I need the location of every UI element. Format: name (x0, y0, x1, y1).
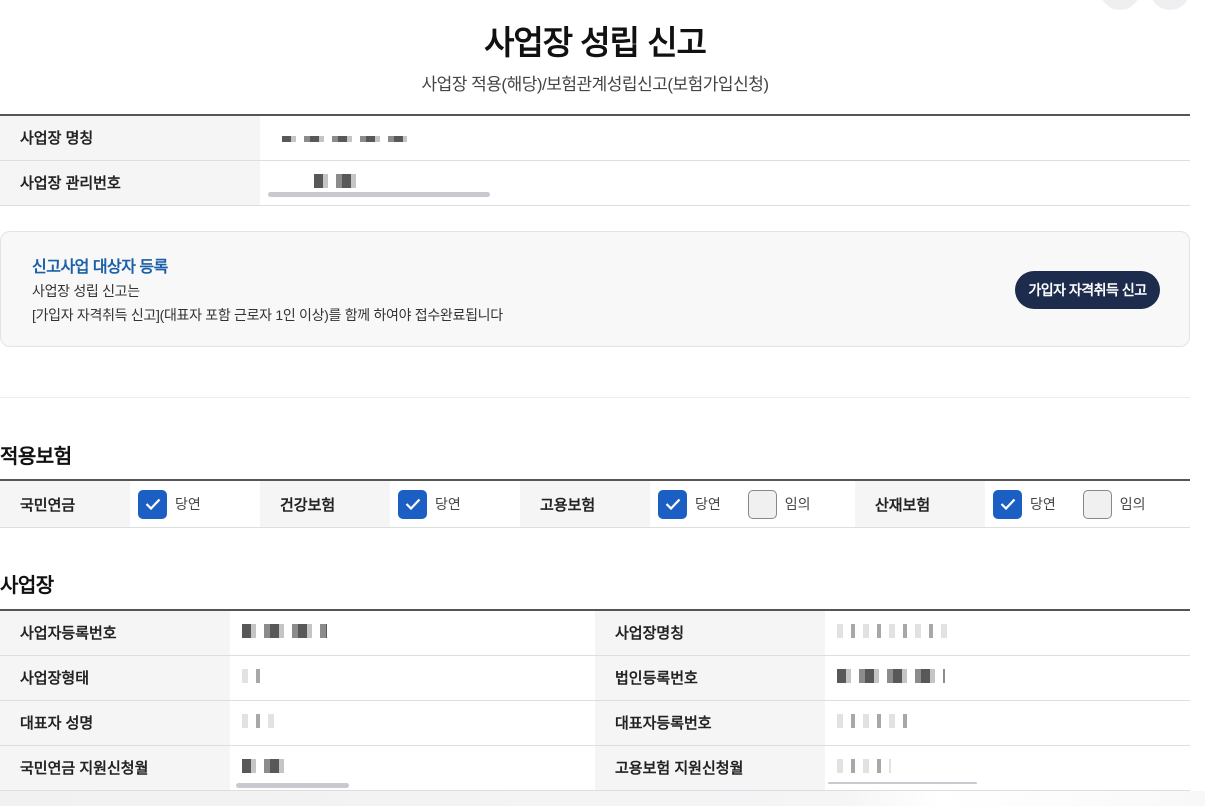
masked-value (314, 173, 362, 188)
masked-value (242, 668, 266, 683)
checkbox-employment-optional[interactable] (747, 489, 777, 519)
insurance-label-health: 건강보험 (260, 481, 390, 527)
insurance-label-industrial: 산재보험 (855, 481, 985, 527)
check-icon (665, 498, 680, 510)
insurance-options-pension: 당연 (130, 481, 260, 527)
insurance-options-industrial: 당연 임의 (985, 481, 1190, 527)
table-row: 사업자등록번호 사업장명칭 (0, 610, 1190, 656)
business-value (230, 655, 595, 701)
checkbox-health-mandatory[interactable] (398, 489, 427, 519)
table-row: 국민연금 지원신청월 고용보험 지원신청월 (0, 745, 1190, 791)
notice-box: 신고사업 대상자 등록 사업장 성립 신고는 [가입자 자격취득 신고](대표자… (0, 231, 1190, 347)
masked-value (837, 668, 945, 683)
check-icon (145, 498, 160, 510)
business-label: 사업장형태 (0, 655, 230, 701)
member-qualification-button[interactable]: 가입자 자격취득 신고 (1015, 271, 1160, 309)
notice-line-2: [가입자 자격취득 신고](대표자 포함 근로자 1인 이상)를 함께 하여야 … (32, 307, 503, 323)
checkbox-employment-mandatory[interactable] (658, 489, 687, 519)
notice-title: 신고사업 대상자 등록 (32, 259, 168, 276)
table-row: 사업장 관리번호 (0, 160, 1190, 206)
table-row: 사업장형태 법인등록번호 (0, 655, 1190, 701)
notice-line-1: 사업장 성립 신고는 (32, 283, 140, 299)
insurance-options-employment: 당연 임의 (650, 481, 855, 527)
summary-value-name (260, 115, 1190, 161)
insurance-label-pension: 국민연금 (0, 481, 130, 527)
business-right-scrollbar[interactable] (828, 782, 977, 784)
summary-table: 사업장 명칭 사업장 관리번호 (0, 114, 1190, 206)
insurance-section-title: 적용보험 (0, 446, 72, 468)
option-label: 당연 (695, 496, 721, 512)
summary-value-number (260, 160, 1190, 206)
business-value (230, 610, 595, 656)
business-label: 대표자 성명 (0, 700, 230, 746)
business-label: 사업장명칭 (595, 610, 825, 656)
masked-value (242, 623, 327, 638)
summary-scrollbar[interactable] (268, 192, 490, 197)
corner-button-left[interactable] (1100, 0, 1140, 10)
page-title: 사업장 성립 신고 (484, 24, 707, 61)
summary-label-name: 사업장 명칭 (0, 115, 260, 161)
table-row: 대표자 성명 대표자등록번호 (0, 700, 1190, 746)
masked-value (837, 713, 915, 728)
business-label: 대표자등록번호 (595, 700, 825, 746)
bottom-edge (0, 791, 1205, 806)
table-row: 사업장 명칭 (0, 115, 1190, 161)
business-label: 고용보험 지원신청월 (595, 745, 825, 791)
masked-value (242, 713, 274, 728)
checkbox-industrial-mandatory[interactable] (993, 489, 1022, 519)
business-value (230, 700, 595, 746)
masked-value (837, 758, 891, 773)
checkbox-industrial-optional[interactable] (1082, 489, 1112, 519)
masked-value (282, 136, 407, 143)
check-icon (405, 498, 420, 510)
business-label: 법인등록번호 (595, 655, 825, 701)
option-label: 당연 (1030, 496, 1056, 512)
masked-value (837, 623, 949, 638)
business-left-scrollbar[interactable] (236, 783, 349, 788)
business-value (825, 700, 1190, 746)
masked-value (242, 758, 288, 773)
business-value (825, 610, 1190, 656)
checkbox-pension-mandatory[interactable] (138, 489, 167, 519)
option-label: 당연 (435, 496, 461, 512)
insurance-label-employment: 고용보험 (520, 481, 650, 527)
summary-label-number: 사업장 관리번호 (0, 160, 260, 206)
option-label: 당연 (175, 496, 201, 512)
corner-button-right[interactable] (1150, 0, 1190, 10)
option-label: 임의 (1119, 496, 1146, 512)
business-label: 국민연금 지원신청월 (0, 745, 230, 791)
insurance-row: 국민연금 당연 건강보험 당연 고용보험 당연 임의 산재보험 당연 임의 (0, 479, 1190, 528)
business-section-title: 사업장 (0, 575, 54, 597)
business-label: 사업자등록번호 (0, 610, 230, 656)
insurance-options-health: 당연 (390, 481, 520, 527)
business-value (825, 655, 1190, 701)
check-icon (1000, 498, 1015, 510)
page-subtitle: 사업장 적용(해당)/보험관계성립신고(보험가입신청) (421, 75, 769, 94)
option-label: 임의 (784, 496, 811, 512)
business-table: 사업자등록번호 사업장명칭 사업장형태 법인등록번호 대표자 성명 대표자등록번… (0, 609, 1190, 791)
section-divider (0, 397, 1190, 398)
